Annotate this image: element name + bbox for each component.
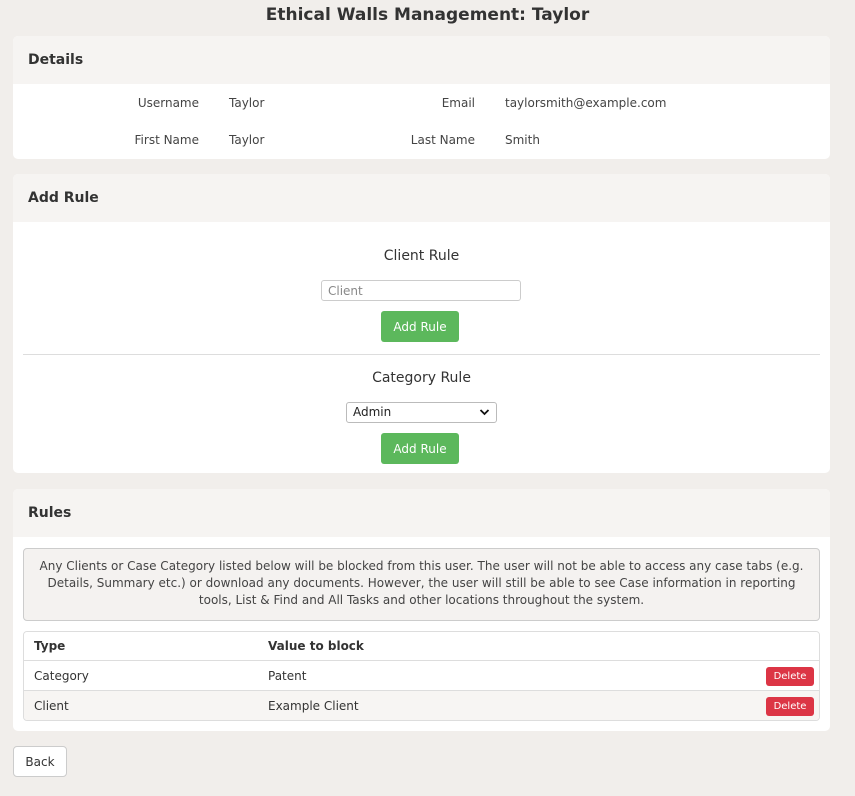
last-name-label: Last Name [410,133,475,147]
details-heading: Details [13,36,830,84]
add-rule-heading: Add Rule [13,174,830,222]
add-rule-panel: Add Rule Client Rule Add Rule Category R… [13,174,830,473]
delete-button[interactable]: Delete [766,667,814,686]
table-row: Category Patent Delete [24,660,819,690]
category-rule-title: Category Rule [372,370,471,386]
delete-button[interactable]: Delete [766,697,814,716]
email-label: Email [441,96,475,110]
rules-table: Type Value to block Category Patent Dele… [23,631,820,721]
first-name-label: First Name [134,133,199,147]
row-type: Client [34,699,69,713]
row-value: Example Client [268,699,359,713]
page-title: Ethical Walls Management: Taylor [265,5,590,25]
username-label: Username [137,96,199,110]
rules-panel: Rules Any Clients or Case Category liste… [13,489,830,731]
column-header-type: Type [34,639,66,653]
last-name-value: Smith [505,133,540,147]
rules-heading: Rules [13,489,830,537]
email-value: taylorsmith@example.com [505,96,667,110]
add-category-rule-button[interactable]: Add Rule [381,433,459,464]
rules-notice: Any Clients or Case Category listed belo… [23,548,820,621]
back-button[interactable]: Back [13,746,67,777]
column-header-value: Value to block [268,639,364,653]
table-header-row: Type Value to block [24,632,819,660]
chevron-down-icon [479,403,490,428]
divider [23,354,820,355]
row-value: Patent [268,669,307,683]
category-select[interactable]: Admin [346,402,497,423]
add-client-rule-button[interactable]: Add Rule [381,311,459,342]
username-value: Taylor [229,96,265,110]
client-input[interactable] [321,280,521,301]
table-row: Client Example Client Delete [24,690,819,720]
client-rule-title: Client Rule [383,248,460,264]
details-panel: Details Username Taylor Email taylorsmit… [13,36,830,159]
first-name-value: Taylor [229,133,265,147]
row-type: Category [34,669,89,683]
category-selected-value: Admin [353,405,392,419]
